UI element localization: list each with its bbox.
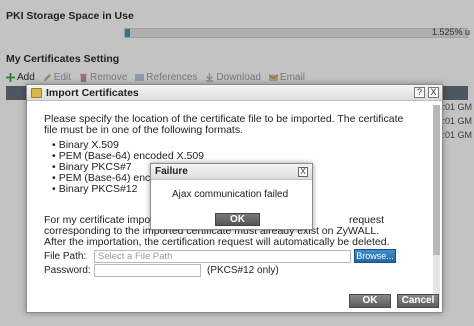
file-path-input[interactable] (94, 249, 351, 263)
note-line-3: After the importation, the certification… (44, 236, 390, 248)
dialog-title-bar: Import Certificates (27, 85, 442, 101)
note-line-1-end: request (349, 214, 385, 226)
file-path-row: File Path: Browse... (44, 249, 396, 263)
failure-title: Failure (151, 164, 312, 180)
password-row: Password: (PKCS#12 only) (44, 264, 279, 277)
file-path-label: File Path: (44, 250, 87, 262)
pkcs-note: (PKCS#12 only) (207, 265, 279, 276)
failure-ok-button[interactable]: OK (215, 213, 260, 226)
password-input[interactable] (94, 264, 201, 277)
ok-button[interactable]: OK (349, 294, 391, 308)
note-line-1-start: For my certificate importa (44, 214, 163, 226)
help-button[interactable]: ? (414, 87, 425, 98)
failure-close-button[interactable]: X (298, 167, 308, 177)
cancel-button[interactable]: Cancel (397, 294, 439, 308)
dialog-title: Import Certificates (46, 86, 139, 99)
failure-message: Ajax communication failed (172, 189, 289, 200)
intro-text: Please specify the location of the certi… (44, 113, 404, 136)
certificate-icon (31, 87, 42, 98)
password-label: Password: (44, 265, 91, 276)
failure-dialog: Failure X Ajax communication failed OK (150, 163, 313, 230)
dialog-close-button[interactable]: X (428, 87, 439, 98)
scrollbar-thumb[interactable] (433, 105, 440, 255)
dialog-scrollbar[interactable] (433, 105, 440, 305)
browse-button[interactable]: Browse... (354, 249, 396, 263)
